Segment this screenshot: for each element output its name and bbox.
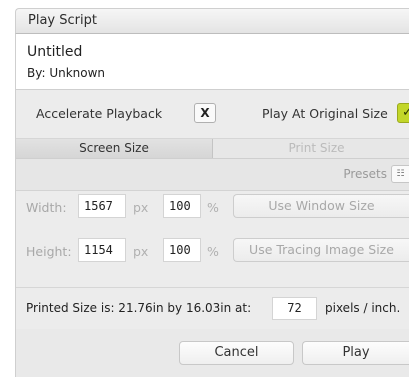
accelerate-playback-label: Accelerate Playback (36, 106, 163, 121)
original-size-label: Play At Original Size (262, 106, 388, 121)
width-row: Width: 1567 px 100 % Use Window Size (16, 191, 409, 225)
dialog-body: Untitled By: Unknown Accelerate Playback… (15, 34, 409, 377)
tab-print-size[interactable]: Print Size (224, 139, 409, 158)
dpi-input[interactable]: 72 (272, 297, 317, 320)
use-tracing-image-size-button[interactable]: Use Tracing Image Size (233, 238, 409, 262)
dialog-footer: Cancel Play (16, 329, 409, 377)
presets-bar: Presets ☷ (16, 159, 409, 191)
height-percent-unit: % (207, 244, 219, 259)
playback-options: Accelerate Playback X Play At Original S… (16, 90, 409, 139)
play-button[interactable]: Play (302, 341, 409, 365)
width-input[interactable]: 1567 (78, 194, 126, 218)
size-tabs: Screen Size Print Size (16, 139, 409, 159)
use-window-size-button[interactable]: Use Window Size (233, 194, 409, 218)
original-size-checkbox[interactable]: ✓ (397, 103, 409, 123)
width-label: Width: (26, 200, 67, 215)
width-percent-input[interactable]: 100 (163, 194, 201, 218)
cancel-button[interactable]: Cancel (179, 341, 294, 365)
height-row: Height: 1154 px 100 % Use Tracing Image … (16, 235, 409, 269)
dialog-title: Play Script (15, 8, 409, 34)
width-unit: px (133, 200, 149, 215)
document-info: Untitled By: Unknown (16, 34, 409, 90)
accelerate-playback-toggle[interactable]: X (194, 103, 216, 123)
height-unit: px (133, 244, 149, 259)
size-settings: Width: 1567 px 100 % Use Window Size Hei… (16, 191, 409, 286)
height-percent-input[interactable]: 100 (163, 238, 201, 262)
height-label: Height: (26, 244, 72, 259)
document-author: By: Unknown (27, 66, 106, 80)
presets-menu-icon[interactable]: ☷ (391, 165, 409, 183)
printed-size-row: Printed Size is: 21.76in by 16.03in at: … (16, 287, 409, 330)
dpi-unit-label: pixels / inch. (325, 301, 401, 315)
presets-label: Presets (343, 167, 387, 181)
tab-screen-size[interactable]: Screen Size (16, 139, 213, 158)
document-title: Untitled (27, 44, 83, 60)
height-input[interactable]: 1154 (78, 238, 126, 262)
width-percent-unit: % (207, 200, 219, 215)
printed-size-text: Printed Size is: 21.76in by 16.03in at: (26, 301, 252, 315)
